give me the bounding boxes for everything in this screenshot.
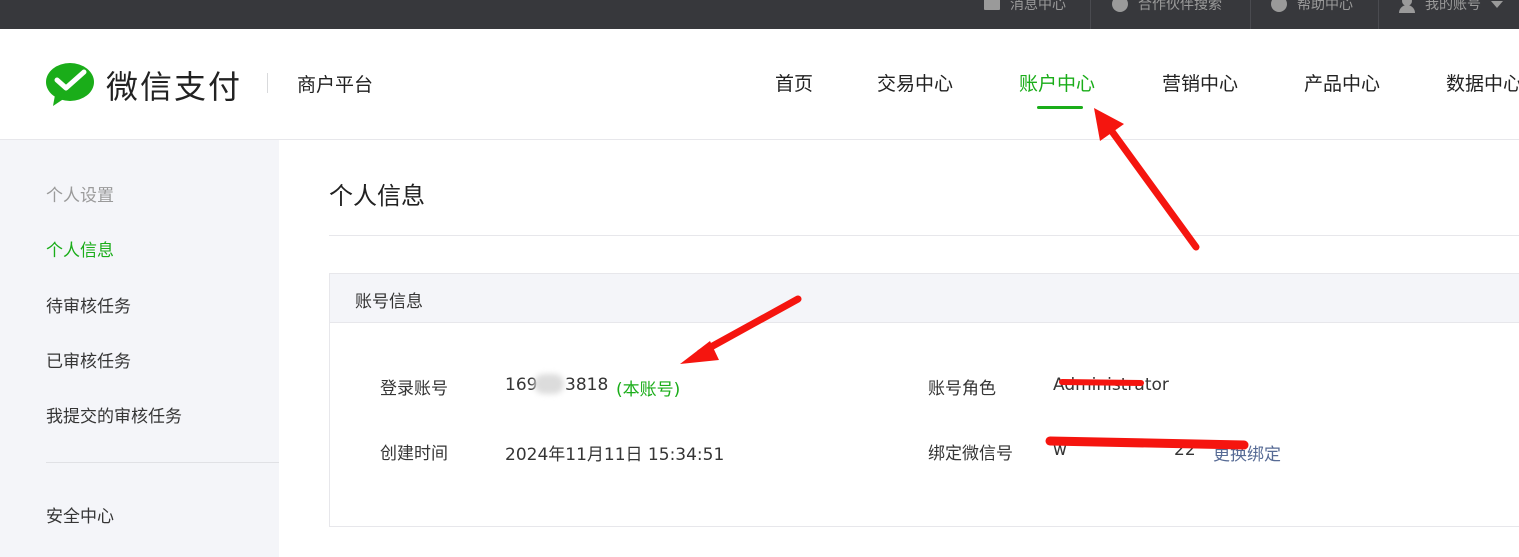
panel-title: 账号信息 — [355, 292, 423, 312]
current-account-tag: (本账号) — [616, 380, 681, 400]
partner-icon — [1112, 0, 1128, 12]
sidebar-item-reviewed[interactable]: 已审核任务 — [46, 347, 131, 372]
user-icon — [1399, 0, 1415, 13]
created-time-label: 创建时间 — [380, 444, 448, 464]
top-bar: 消息中心 合作伙伴搜索 帮助中心 我的账号 — [0, 0, 1519, 29]
help-label: 帮助中心 — [1297, 0, 1353, 13]
platform-name: 商户平台 — [297, 74, 374, 96]
account-role-label: 账号角色 — [928, 379, 996, 399]
panel-header: 账号信息 — [330, 274, 1519, 323]
rebind-wechat-link[interactable]: 更换绑定 — [1213, 440, 1281, 465]
wechat-pay-logo-icon — [46, 63, 94, 106]
redaction-blur — [534, 374, 564, 394]
header: 微信支付 商户平台 首页 交易中心 账户中心 营销中心 产品中心 数据中心 — [0, 29, 1519, 140]
partner-search-link[interactable]: 合作伙伴搜索 — [1112, 0, 1222, 15]
messages-label: 消息中心 — [1010, 0, 1066, 13]
bound-wechat-start: w — [1053, 440, 1067, 460]
sidebar-item-pending-review[interactable]: 待审核任务 — [46, 292, 131, 317]
created-time-value: 2024年11月11日 15:34:51 — [505, 445, 725, 465]
sidebar-item-personal-info[interactable]: 个人信息 — [46, 236, 114, 261]
logo-text: 微信支付 — [106, 68, 243, 106]
chevron-down-icon — [1491, 0, 1503, 8]
sidebar-item-security-center[interactable]: 安全中心 — [46, 502, 114, 527]
partner-search-label: 合作伙伴搜索 — [1138, 0, 1222, 13]
messages-link[interactable]: 消息中心 — [984, 0, 1066, 15]
active-nav-indicator — [1037, 106, 1083, 109]
account-role-value: Administrator — [1053, 375, 1169, 395]
sidebar-divider — [46, 462, 279, 463]
nav-product-center[interactable]: 产品中心 — [1304, 69, 1380, 96]
help-icon — [1271, 0, 1287, 12]
bound-wechat-label: 绑定微信号 — [928, 444, 1013, 464]
help-link[interactable]: 帮助中心 — [1271, 0, 1353, 15]
account-info-panel: 账号信息 — [329, 273, 1519, 527]
topbar-divider — [1378, 0, 1379, 29]
page-title: 个人信息 — [329, 182, 425, 210]
my-account-menu[interactable]: 我的账号 — [1399, 0, 1503, 15]
topbar-divider — [1090, 0, 1091, 29]
login-account-label: 登录账号 — [380, 379, 448, 399]
mail-icon — [984, 0, 1000, 12]
login-account-suffix: 3818 — [565, 375, 609, 395]
bound-wechat-end: 22 — [1174, 440, 1196, 460]
logo-divider — [267, 73, 268, 93]
title-divider — [329, 235, 1519, 236]
my-account-label: 我的账号 — [1425, 0, 1481, 13]
sidebar-item-my-submitted[interactable]: 我提交的审核任务 — [46, 402, 182, 427]
nav-trade-center[interactable]: 交易中心 — [877, 69, 953, 96]
nav-marketing-center[interactable]: 营销中心 — [1162, 69, 1238, 96]
nav-account-center[interactable]: 账户中心 — [1019, 69, 1095, 96]
nav-data-center[interactable]: 数据中心 — [1446, 69, 1519, 96]
sidebar-section-title: 个人设置 — [46, 186, 114, 206]
sidebar: 个人设置 个人信息 待审核任务 已审核任务 我提交的审核任务 安全中心 — [0, 140, 279, 557]
login-account-prefix: 169 — [505, 375, 538, 395]
topbar-divider — [1250, 0, 1251, 29]
nav-home[interactable]: 首页 — [775, 69, 813, 96]
